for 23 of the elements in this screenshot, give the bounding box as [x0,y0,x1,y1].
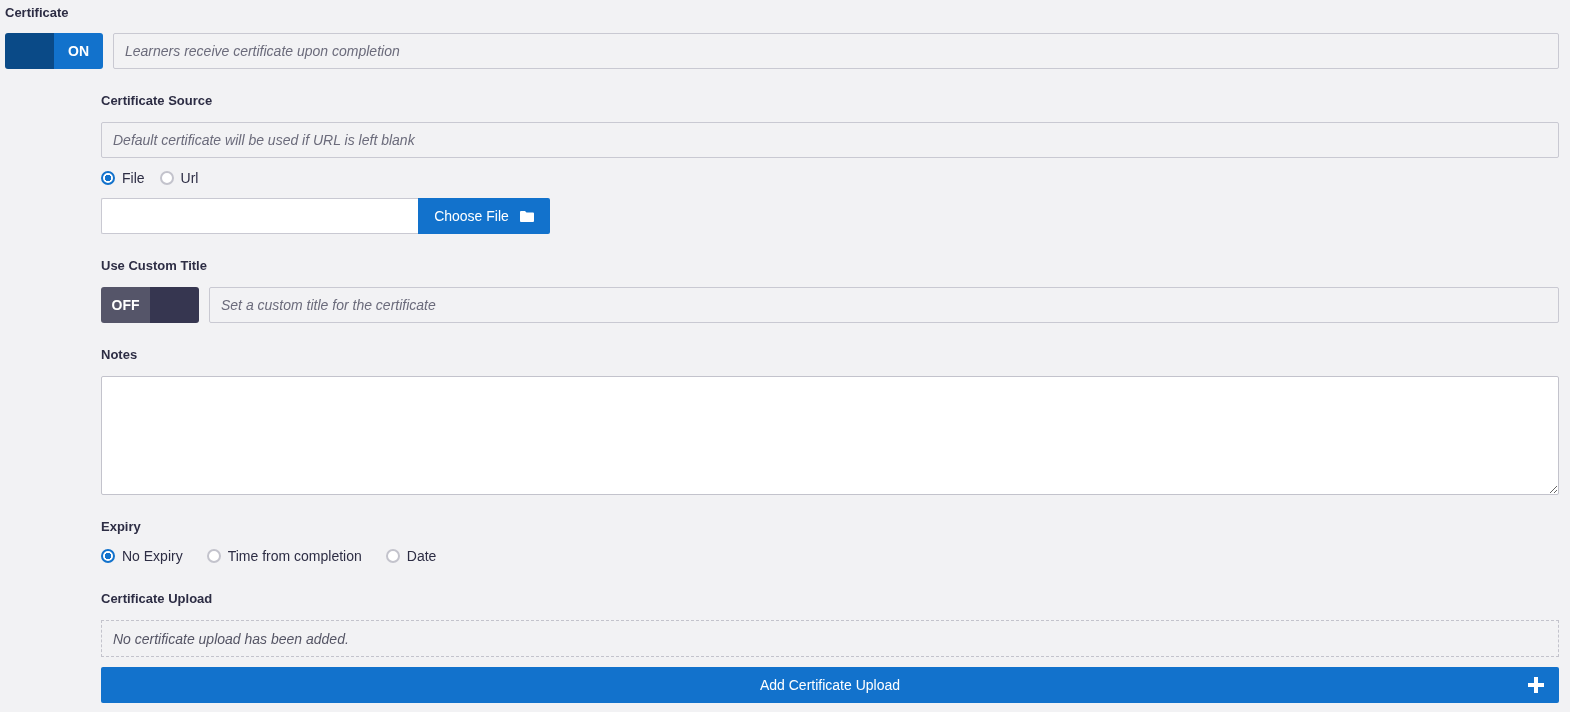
section-label: Certificate Source [101,93,213,109]
custom-title-field[interactable]: Set a custom title for the certificate [209,287,1559,323]
folder-icon [519,210,534,222]
plus-icon [1528,677,1544,693]
section-label: Certificate [5,5,69,21]
radio-option[interactable]: Date [385,548,437,564]
section-label: Certificate Upload [101,591,213,607]
section-label: Expiry [101,519,141,535]
description-field[interactable]: Learners receive certificate upon completion [113,33,1559,69]
toggle-switch[interactable]: OFF [101,287,199,323]
section-label: Notes [101,347,138,363]
choose-file-button[interactable]: Choose File [418,198,550,234]
radio-option[interactable]: Time from completion [206,548,362,564]
toggle-switch[interactable]: ON [5,33,103,69]
file-path-field[interactable] [101,198,418,234]
radio-option[interactable]: File [101,170,145,186]
certificate-url-field[interactable]: Default certificate will be used if URL is left blank [101,122,1559,158]
add-certificate-upload-button[interactable]: Add Certificate Upload [101,667,1559,703]
section-label: Use Custom Title [101,258,207,274]
radio-option[interactable]: Url [159,170,199,186]
notes-textarea[interactable] [101,376,1559,495]
empty-upload-message: No certificate upload has been added. [101,620,1559,657]
radio-option[interactable]: No Expiry [101,548,183,564]
